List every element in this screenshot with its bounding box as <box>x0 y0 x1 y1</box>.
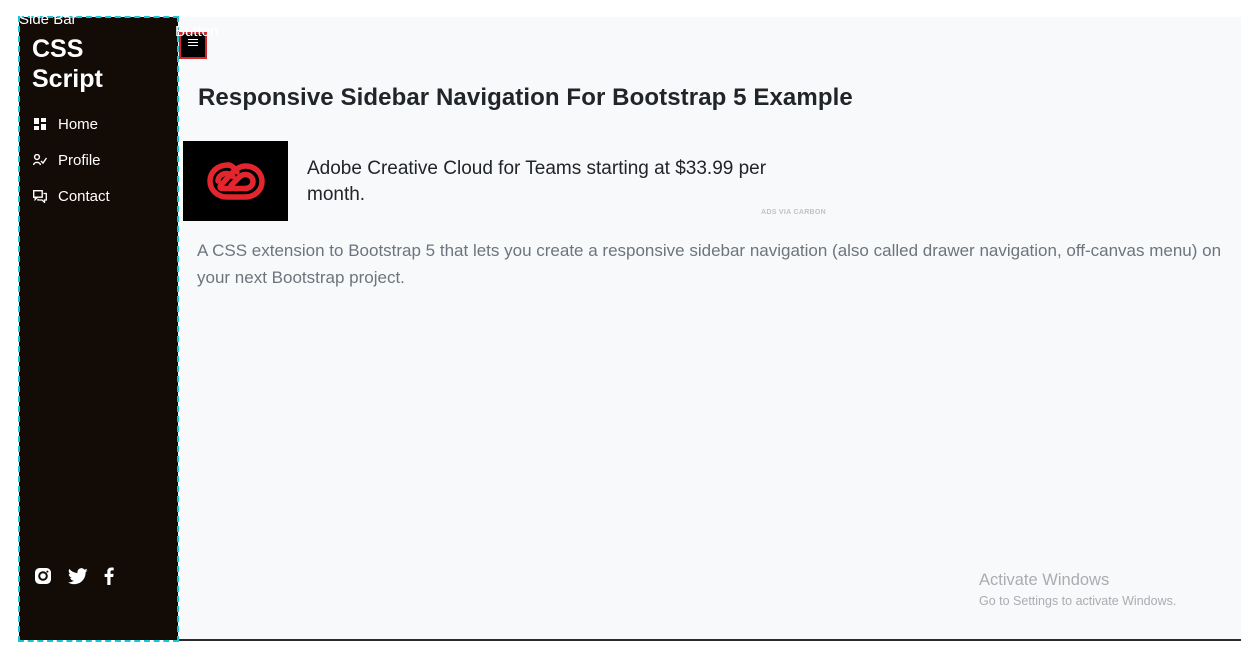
windows-activation-subtitle: Go to Settings to activate Windows. <box>979 594 1177 608</box>
person-icon <box>33 153 47 167</box>
divider <box>178 639 1241 641</box>
sidebar-annotation-label: Side Bar <box>19 11 77 28</box>
ad-text-link[interactable]: Adobe Creative Cloud for Teams starting … <box>307 156 807 208</box>
windows-activation-title: Activate Windows <box>979 571 1110 589</box>
sidebar-nav: Home Profile Contact <box>33 113 173 221</box>
ads-via-carbon-link[interactable]: ADS VIA CARBON <box>761 209 826 216</box>
sidebar-item-label: Contact <box>58 187 110 205</box>
sidebar <box>19 17 178 640</box>
sidebar-item-label: Home <box>58 115 99 133</box>
button-annotation-label: Button <box>175 23 219 40</box>
page-description: A CSS extension to Bootstrap 5 that lets… <box>197 241 1222 287</box>
chat-icon <box>33 189 47 203</box>
twitter-icon[interactable] <box>68 567 88 585</box>
adobe-creative-cloud-icon <box>206 162 265 200</box>
dashboard-icon <box>33 117 47 131</box>
sidebar-item-label: Profile <box>58 151 101 169</box>
instagram-icon[interactable] <box>34 567 52 585</box>
facebook-icon[interactable] <box>104 567 114 585</box>
sidebar-item-home[interactable]: Home <box>33 113 173 135</box>
sidebar-brand[interactable]: CSS Script <box>32 34 152 94</box>
sidebar-item-contact[interactable]: Contact <box>33 185 173 207</box>
screenshot-stage: CSS Script Home Profile Contact Responsi… <box>0 0 1260 661</box>
social-links <box>34 567 114 585</box>
page-title: Responsive Sidebar Navigation For Bootst… <box>198 84 853 111</box>
sidebar-item-profile[interactable]: Profile <box>33 149 173 171</box>
ad-image[interactable] <box>183 141 288 221</box>
